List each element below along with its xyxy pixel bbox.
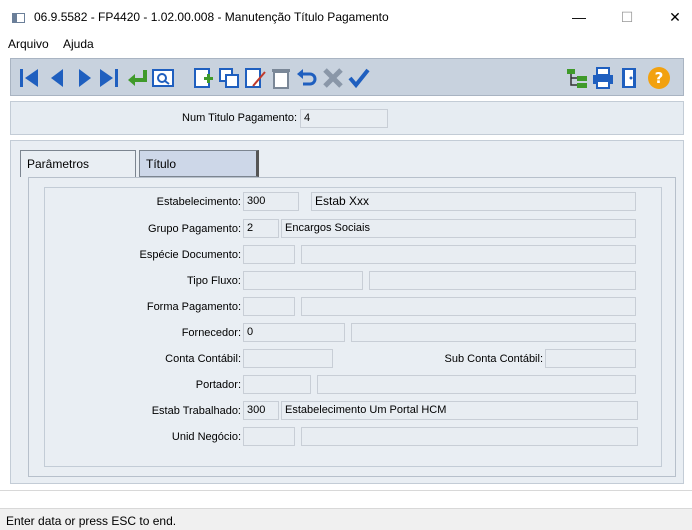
- portador-desc-field: [317, 375, 636, 394]
- cancel-icon[interactable]: [321, 66, 345, 90]
- num-titulo-field[interactable]: 4: [300, 109, 388, 128]
- close-button[interactable]: ✕: [660, 6, 690, 28]
- estabelecimento-label: Estabelecimento:: [156, 196, 241, 208]
- forma-pagamento-label: Forma Pagamento:: [146, 301, 241, 313]
- new-record-icon[interactable]: [191, 66, 215, 90]
- especie-documento-code-field[interactable]: [243, 245, 295, 264]
- confirm-icon[interactable]: [347, 66, 371, 90]
- forma-pagamento-code-field[interactable]: [243, 297, 295, 316]
- toolbar: ?: [10, 58, 684, 96]
- especie-documento-label: Espécie Documento:: [139, 249, 242, 261]
- portador-label: Portador:: [195, 379, 241, 391]
- print-icon[interactable]: [591, 66, 615, 90]
- header-panel: Num Titulo Pagamento: 4: [10, 101, 684, 135]
- next-record-icon[interactable]: [73, 66, 97, 90]
- help-icon[interactable]: ?: [647, 66, 671, 90]
- goto-icon[interactable]: [125, 66, 149, 90]
- estab-trabalhado-code-field[interactable]: 300: [243, 401, 279, 420]
- maximize-button[interactable]: ☐: [612, 6, 642, 28]
- unid-negocio-code-field[interactable]: [243, 427, 295, 446]
- grupo-pagamento-desc-field: Encargos Sociais: [281, 219, 636, 238]
- app-icon: [12, 13, 25, 23]
- status-text: Enter data or press ESC to end.: [6, 514, 177, 528]
- tipo-fluxo-label: Tipo Fluxo:: [186, 275, 241, 287]
- forma-pagamento-desc-field: [301, 297, 636, 316]
- num-titulo-label: Num Titulo Pagamento:: [182, 112, 297, 124]
- first-record-icon[interactable]: [17, 66, 41, 90]
- last-record-icon[interactable]: [97, 66, 121, 90]
- conta-contabil-field[interactable]: [243, 349, 333, 368]
- fornecedor-label: Fornecedor:: [181, 327, 241, 339]
- undo-icon[interactable]: [295, 66, 319, 90]
- grupo-pagamento-code-field[interactable]: 2: [243, 219, 279, 238]
- tree-icon[interactable]: [565, 66, 589, 90]
- estabelecimento-code-field[interactable]: 300: [243, 192, 299, 211]
- portador-code-field[interactable]: [243, 375, 311, 394]
- menu-arquivo[interactable]: Arquivo: [8, 37, 49, 51]
- unid-negocio-desc-field: [301, 427, 638, 446]
- estab-trabalhado-desc-field: Estabelecimento Um Portal HCM: [281, 401, 638, 420]
- form-inner: Estabelecimento: 300 Estab Xxx Grupo Pag…: [44, 187, 662, 467]
- menu-ajuda[interactable]: Ajuda: [63, 37, 94, 51]
- sub-conta-contabil-label: Sub Conta Contábil:: [444, 353, 543, 365]
- form-panel: Estabelecimento: 300 Estab Xxx Grupo Pag…: [28, 177, 676, 477]
- tab-titulo[interactable]: Título: [139, 150, 259, 177]
- fornecedor-code-field[interactable]: 0: [243, 323, 345, 342]
- edit-record-icon[interactable]: [243, 66, 267, 90]
- svg-text:?: ?: [655, 69, 664, 87]
- previous-record-icon[interactable]: [45, 66, 69, 90]
- estabelecimento-desc-field: Estab Xxx: [311, 192, 636, 211]
- sub-conta-contabil-field[interactable]: [545, 349, 636, 368]
- minimize-button[interactable]: —: [564, 6, 594, 28]
- delete-record-icon[interactable]: [269, 66, 293, 90]
- especie-documento-desc-field: [301, 245, 636, 264]
- copy-record-icon[interactable]: [217, 66, 241, 90]
- estab-trabalhado-label: Estab Trabalhado:: [151, 405, 241, 417]
- tab-panel: Parâmetros Título Estabelecimento: 300 E…: [10, 140, 684, 484]
- search-icon[interactable]: [151, 66, 175, 90]
- fornecedor-desc-field: [351, 323, 636, 342]
- tipo-fluxo-code-field[interactable]: [243, 271, 363, 290]
- tab-parametros[interactable]: Parâmetros: [20, 150, 136, 177]
- menu-bar: Arquivo Ajuda: [0, 33, 692, 55]
- status-bar: Enter data or press ESC to end.: [0, 508, 692, 530]
- exit-door-icon[interactable]: [617, 66, 641, 90]
- divider: [0, 490, 692, 491]
- tipo-fluxo-desc-field: [369, 271, 636, 290]
- conta-contabil-label: Conta Contábil:: [165, 353, 241, 365]
- title-bar: 06.9.5582 - FP4420 - 1.02.00.008 - Manut…: [0, 0, 692, 33]
- window-title: 06.9.5582 - FP4420 - 1.02.00.008 - Manut…: [34, 10, 389, 24]
- unid-negocio-label: Unid Negócio:: [171, 431, 241, 443]
- grupo-pagamento-label: Grupo Pagamento:: [148, 223, 241, 235]
